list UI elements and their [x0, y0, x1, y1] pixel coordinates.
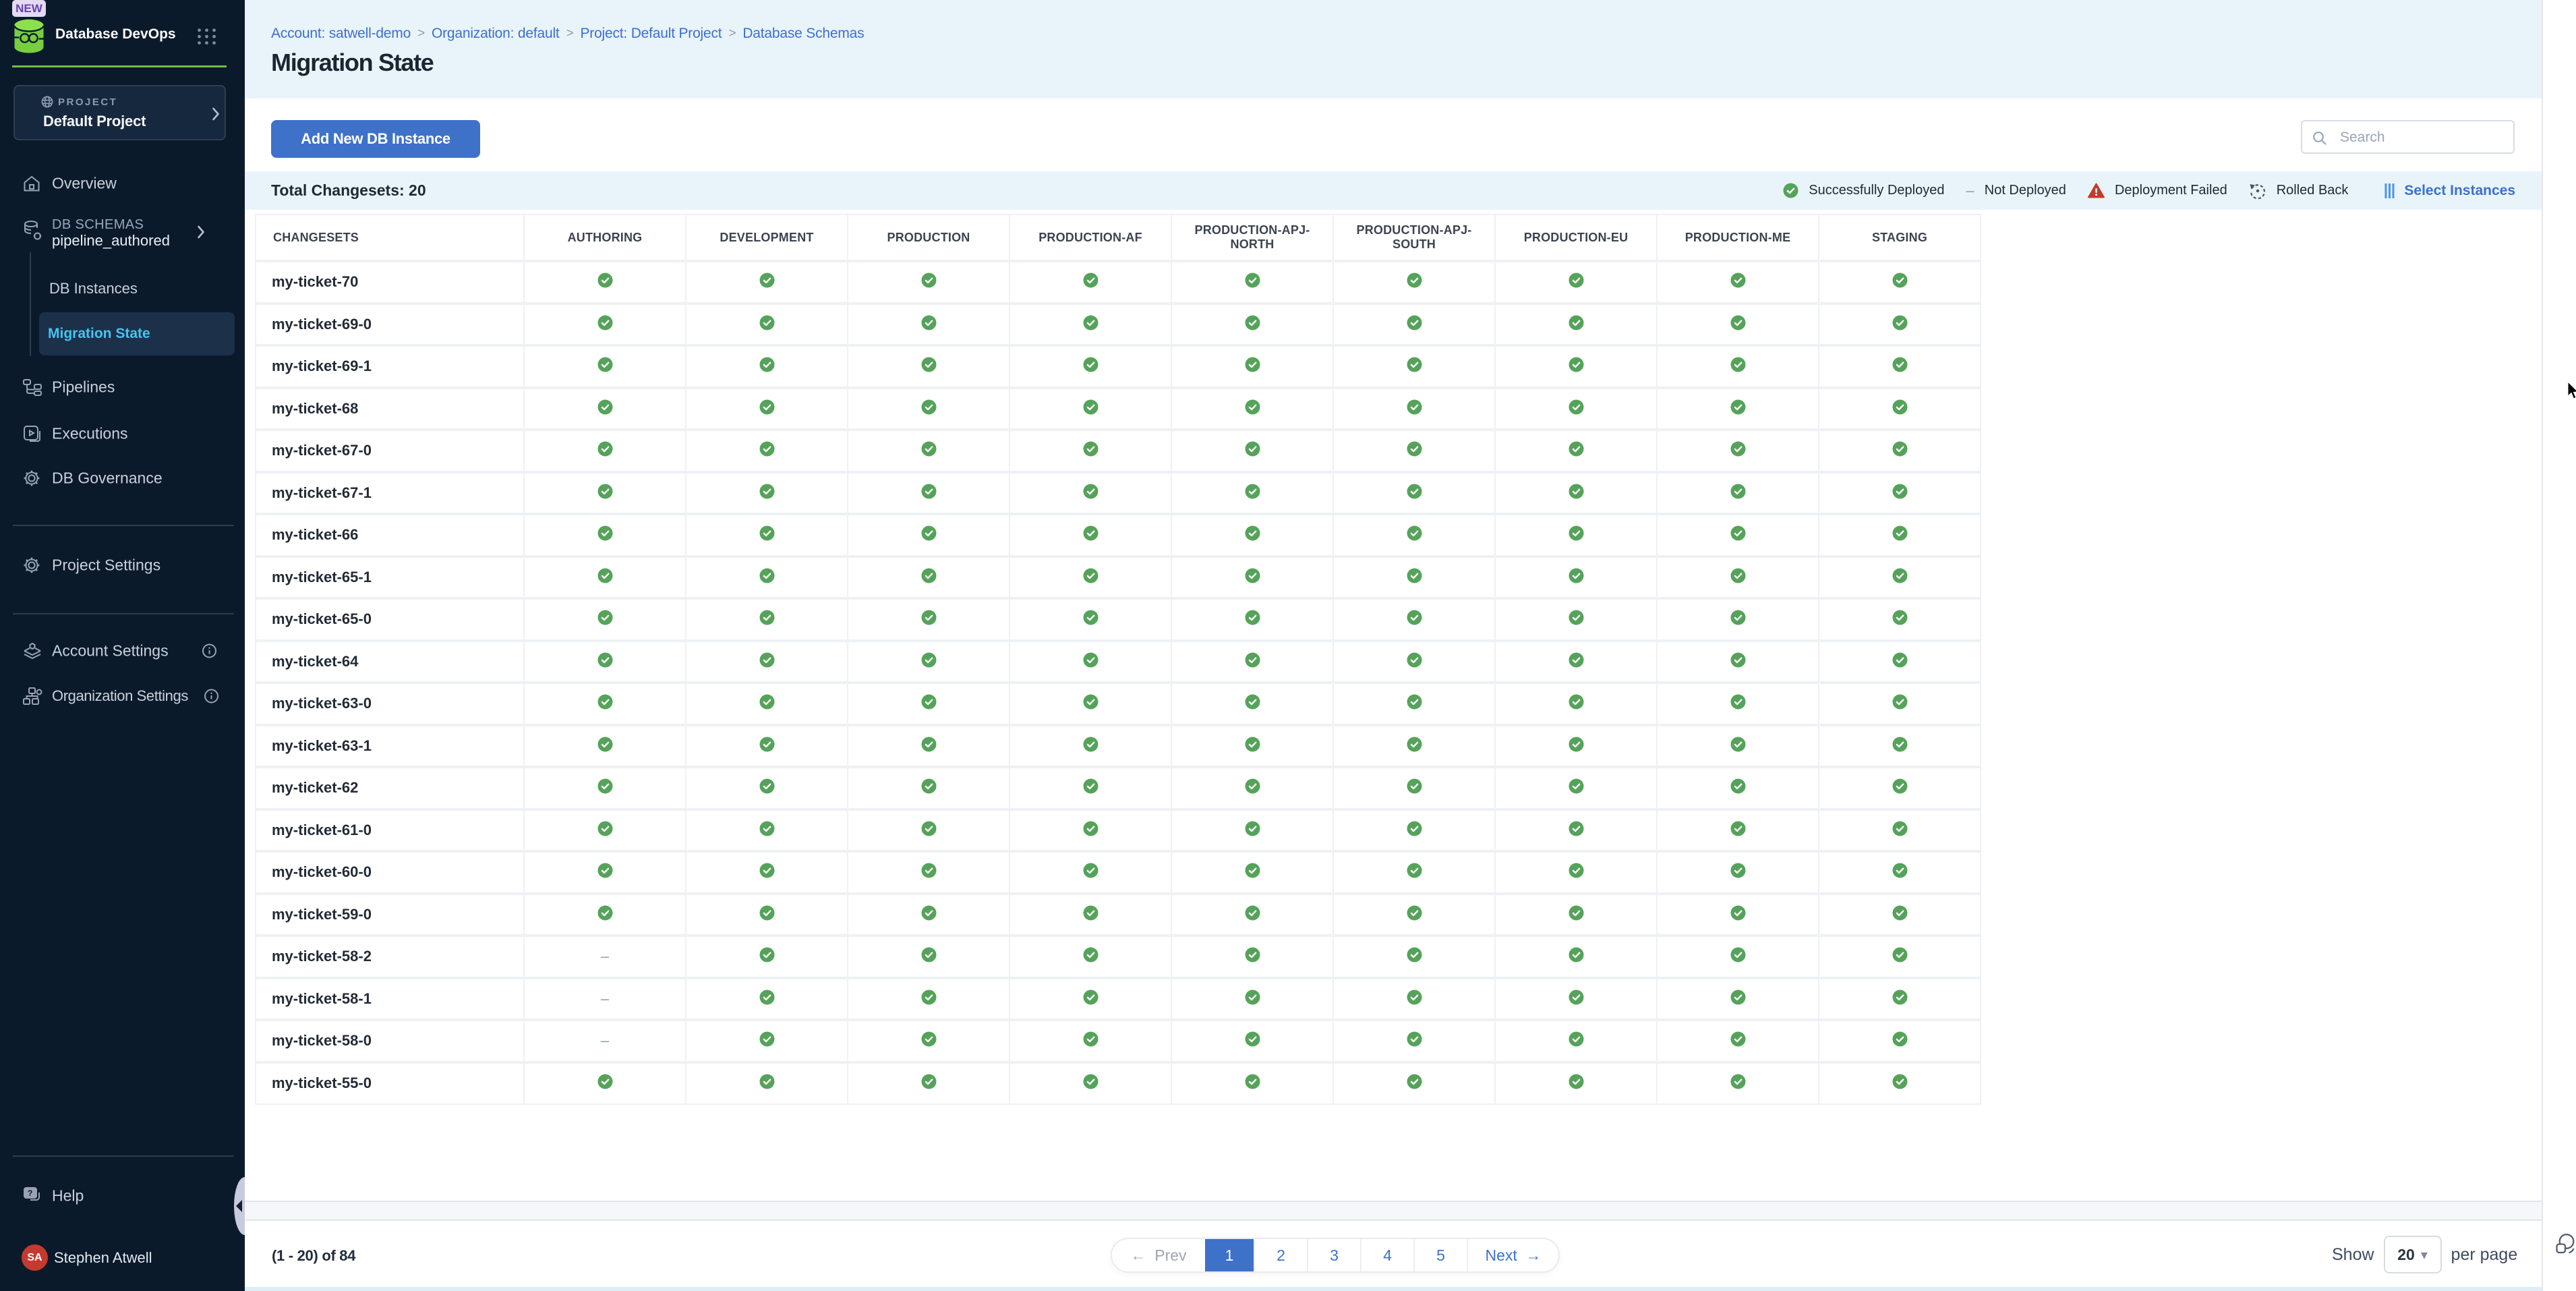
svg-text:?: ? — [28, 1188, 32, 1198]
